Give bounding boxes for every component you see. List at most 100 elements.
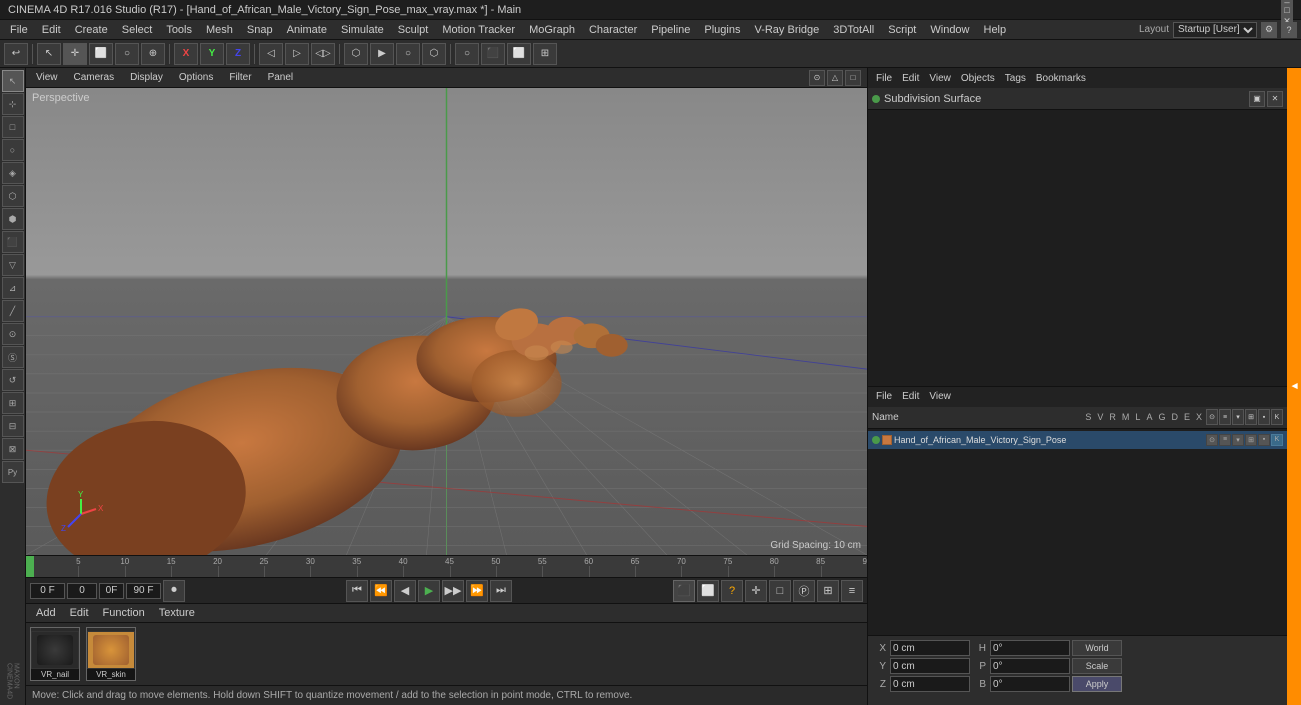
scale-tool-button[interactable]: ⬜ [89, 43, 113, 65]
viewport-icon-3[interactable]: □ [845, 70, 861, 86]
transport-icon-c[interactable]: ? [721, 580, 743, 602]
col-header-icon-3[interactable]: ▾ [1232, 409, 1244, 425]
left-tool-10[interactable]: ╱ [2, 300, 24, 322]
maximize-button[interactable]: □ [1281, 4, 1293, 16]
menu-vraybridge[interactable]: V-Ray Bridge [748, 23, 825, 37]
scale-button[interactable]: Scale [1072, 658, 1122, 674]
menu-window[interactable]: Window [924, 23, 975, 37]
material-swatch-nail[interactable]: VR_nail [30, 627, 80, 681]
apply-button[interactable]: Apply [1072, 676, 1122, 692]
obj-menu-bookmarks[interactable]: Bookmarks [1032, 72, 1090, 85]
menu-mograph[interactable]: MoGraph [523, 23, 581, 37]
camera-button[interactable]: ⬜ [507, 43, 531, 65]
fps-input[interactable] [99, 583, 124, 599]
transport-icon-a[interactable]: ⬛ [673, 580, 695, 602]
undo-button[interactable]: ↩ [4, 43, 28, 65]
viewport-tab-panel[interactable]: Panel [264, 71, 298, 84]
3d-viewport[interactable]: Perspective Grid Spacing: 10 cm X Y Z [26, 88, 867, 555]
coord-x-input[interactable] [890, 640, 970, 656]
obj-menu-edit[interactable]: Edit [898, 72, 923, 85]
menu-animate[interactable]: Animate [281, 23, 333, 37]
hand-icon-6[interactable]: K [1271, 434, 1283, 446]
mat-menu-texture[interactable]: Texture [153, 606, 201, 620]
left-tool-7[interactable]: ⬛ [2, 231, 24, 253]
obj-menu-objects[interactable]: Objects [957, 72, 999, 85]
mat-menu-function[interactable]: Function [97, 606, 151, 620]
viewport-tab-display[interactable]: Display [126, 71, 167, 84]
viewport-tab-view[interactable]: View [32, 71, 62, 84]
hand-icon-4[interactable]: ⊞ [1245, 434, 1257, 446]
hand-icon-1[interactable]: ⊙ [1206, 434, 1218, 446]
mat-menu-add[interactable]: Add [30, 606, 62, 620]
left-tool-5[interactable]: ⬡ [2, 185, 24, 207]
menu-motiontracker[interactable]: Motion Tracker [436, 23, 521, 37]
hand-icon-3[interactable]: ▾ [1232, 434, 1244, 446]
menu-create[interactable]: Create [69, 23, 114, 37]
polygon-mode-button[interactable]: ▶ [370, 43, 394, 65]
attr-menu-edit[interactable]: Edit [898, 390, 923, 403]
transport-icon-f[interactable]: Ⓟ [793, 580, 815, 602]
left-tool-2[interactable]: □ [2, 116, 24, 138]
left-tool-12[interactable]: Ⓢ [2, 346, 24, 368]
select-tool-button[interactable]: ↖ [37, 43, 61, 65]
settings-icon[interactable]: ⚙ [1261, 22, 1277, 38]
light-button[interactable]: ⊞ [533, 43, 557, 65]
left-tool-14[interactable]: ⊞ [2, 392, 24, 414]
attr-menu-view[interactable]: View [925, 390, 955, 403]
viewport-tab-cameras[interactable]: Cameras [70, 71, 119, 84]
subdivision-icon-1[interactable]: ▣ [1249, 91, 1265, 107]
viewport-tab-filter[interactable]: Filter [225, 71, 255, 84]
menu-plugins[interactable]: Plugins [698, 23, 746, 37]
menu-sculpt[interactable]: Sculpt [392, 23, 435, 37]
menu-help[interactable]: Help [978, 23, 1013, 37]
texture-mode-button[interactable]: ○ [455, 43, 479, 65]
transport-prev-frame[interactable]: ◀ [394, 580, 416, 602]
left-tool-15[interactable]: ⊟ [2, 415, 24, 437]
object-row-hand[interactable]: Hand_of_African_Male_Victory_Sign_Pose ⊙… [868, 431, 1287, 449]
x-axis-button[interactable]: X [174, 43, 198, 65]
render-region-button[interactable]: ◁ [259, 43, 283, 65]
coord-b-input[interactable] [990, 676, 1070, 692]
world-button[interactable]: World [1072, 640, 1122, 656]
col-header-icon-6[interactable]: K [1271, 409, 1283, 425]
object-mode-button[interactable]: ⬡ [344, 43, 368, 65]
hand-icon-5[interactable]: ▪ [1258, 434, 1270, 446]
material-button[interactable]: ⬛ [481, 43, 505, 65]
col-header-icon-2[interactable]: ≡ [1219, 409, 1231, 425]
left-tool-4[interactable]: ◈ [2, 162, 24, 184]
left-tool-11[interactable]: ⊙ [2, 323, 24, 345]
col-header-icon-4[interactable]: ⊞ [1245, 409, 1257, 425]
rotate-tool-button[interactable]: ○ [115, 43, 139, 65]
render-view-button[interactable]: ▷ [285, 43, 309, 65]
viewport-icon-1[interactable]: ⊙ [809, 70, 825, 86]
coord-h-input[interactable] [990, 640, 1070, 656]
transport-icon-e[interactable]: □ [769, 580, 791, 602]
transform-tool-button[interactable]: ⊕ [141, 43, 165, 65]
transport-prev-key[interactable]: ⏪ [370, 580, 392, 602]
transport-icon-h[interactable]: ≡ [841, 580, 863, 602]
coord-z-input[interactable] [890, 676, 970, 692]
col-header-icon-5[interactable]: ▪ [1258, 409, 1270, 425]
transport-next-key[interactable]: ⏩ [466, 580, 488, 602]
viewport-tab-options[interactable]: Options [175, 71, 217, 84]
left-tool-3[interactable]: ○ [2, 139, 24, 161]
menu-pipeline[interactable]: Pipeline [645, 23, 696, 37]
menu-simulate[interactable]: Simulate [335, 23, 390, 37]
coord-y-input[interactable] [890, 658, 970, 674]
obj-menu-file[interactable]: File [872, 72, 896, 85]
menu-snap[interactable]: Snap [241, 23, 279, 37]
menu-character[interactable]: Character [583, 23, 643, 37]
transport-icon-d[interactable]: ✛ [745, 580, 767, 602]
menu-script[interactable]: Script [882, 23, 922, 37]
attr-menu-file[interactable]: File [872, 390, 896, 403]
left-tool-16[interactable]: ⊠ [2, 438, 24, 460]
col-header-icon-1[interactable]: ⊙ [1206, 409, 1218, 425]
transport-play[interactable]: ▶ [418, 580, 440, 602]
left-tool-0[interactable]: ↖ [2, 70, 24, 92]
menu-tools[interactable]: Tools [160, 23, 198, 37]
menu-file[interactable]: File [4, 23, 34, 37]
render-settings-button[interactable]: ◁▷ [311, 43, 335, 65]
left-tool-6[interactable]: ⬢ [2, 208, 24, 230]
transport-record-button[interactable]: ⏺ [163, 580, 185, 602]
y-axis-button[interactable]: Y [200, 43, 224, 65]
